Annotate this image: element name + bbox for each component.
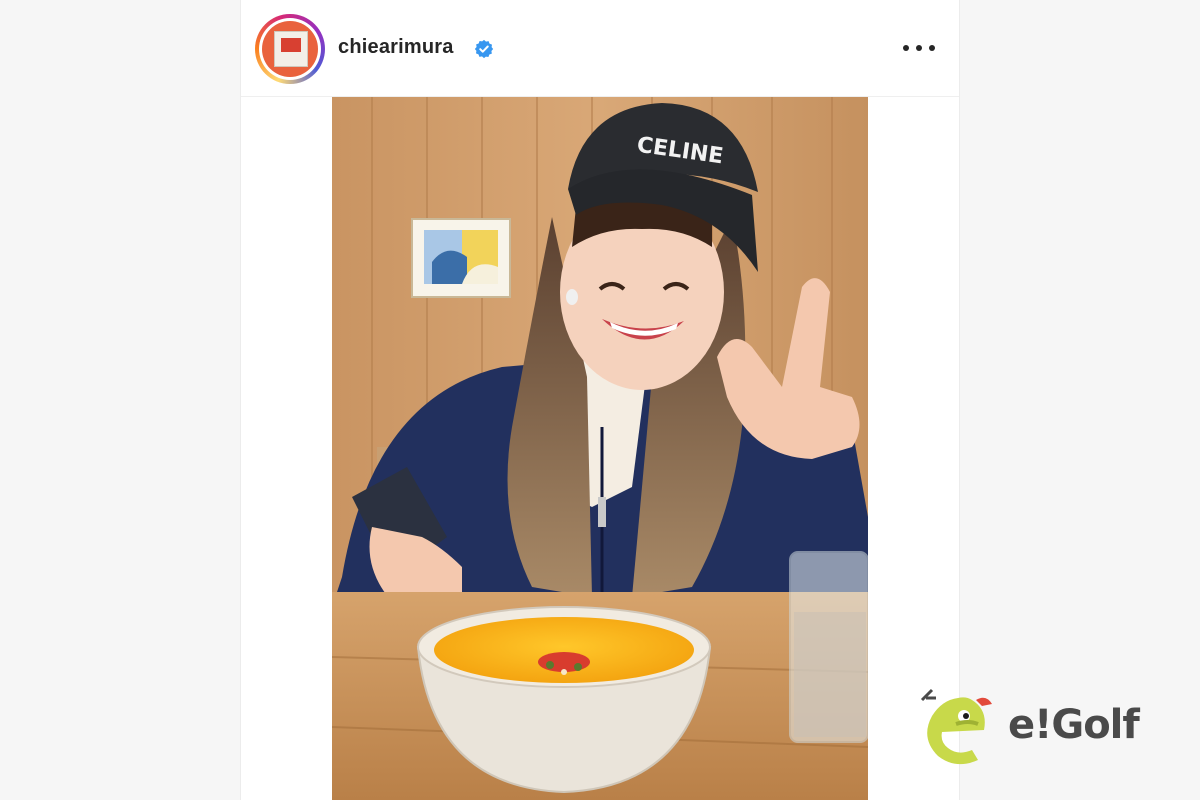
dot-icon bbox=[929, 45, 935, 51]
dot-icon bbox=[916, 45, 922, 51]
post-photo-illustration: CELINE bbox=[332, 97, 868, 800]
avatar-inner bbox=[259, 18, 321, 80]
more-options-button[interactable] bbox=[903, 34, 935, 62]
profile-avatar[interactable] bbox=[255, 14, 325, 84]
page-canvas: chiearimura CELINE e!Golf bbox=[0, 0, 1200, 800]
egolf-logo: e!Golf bbox=[912, 686, 1182, 776]
post-header: chiearimura bbox=[241, 0, 959, 97]
avatar-image bbox=[262, 21, 318, 77]
post-photo[interactable]: CELINE bbox=[332, 97, 868, 800]
verified-badge-icon bbox=[474, 39, 494, 59]
dot-icon bbox=[903, 45, 909, 51]
instagram-post-card: chiearimura CELINE bbox=[240, 0, 960, 800]
username-link[interactable]: chiearimura bbox=[338, 36, 454, 59]
egolf-logo-text: e!Golf bbox=[1008, 702, 1140, 748]
egolf-mascot-icon bbox=[920, 688, 992, 765]
avatar-frame bbox=[274, 31, 308, 67]
